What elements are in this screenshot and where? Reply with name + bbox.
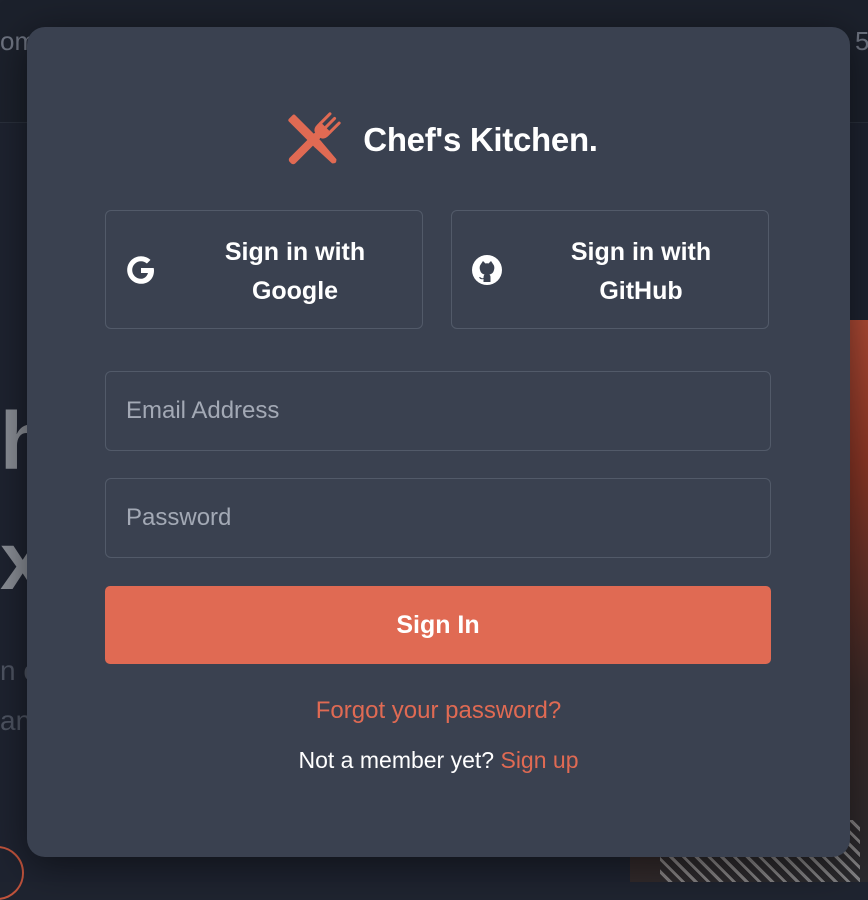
sign-up-link[interactable]: Sign up [500, 747, 578, 773]
sign-in-button[interactable]: Sign In [105, 586, 771, 664]
knife-fork-cross-icon [279, 106, 347, 174]
google-signin-button[interactable]: Sign in with Google [105, 210, 423, 329]
signup-prompt: Not a member yet? Sign up [27, 747, 850, 774]
password-field[interactable] [105, 478, 771, 558]
signin-modal: Chef's Kitchen. Sign in with Google Sign… [27, 27, 850, 857]
google-icon [124, 253, 158, 287]
google-signin-label: Sign in with Google [184, 233, 406, 311]
brand-name: Chef's Kitchen. [363, 121, 597, 159]
member-prompt-text: Not a member yet? [299, 747, 495, 773]
email-field[interactable] [105, 371, 771, 451]
github-icon [470, 253, 504, 287]
background-circle-button [0, 846, 24, 900]
forgot-password-link[interactable]: Forgot your password? [27, 697, 850, 725]
background-nav-text-right: 5 [855, 26, 868, 57]
github-signin-button[interactable]: Sign in with GitHub [451, 210, 769, 329]
brand-header: Chef's Kitchen. [27, 105, 850, 175]
github-signin-label: Sign in with GitHub [530, 233, 752, 311]
